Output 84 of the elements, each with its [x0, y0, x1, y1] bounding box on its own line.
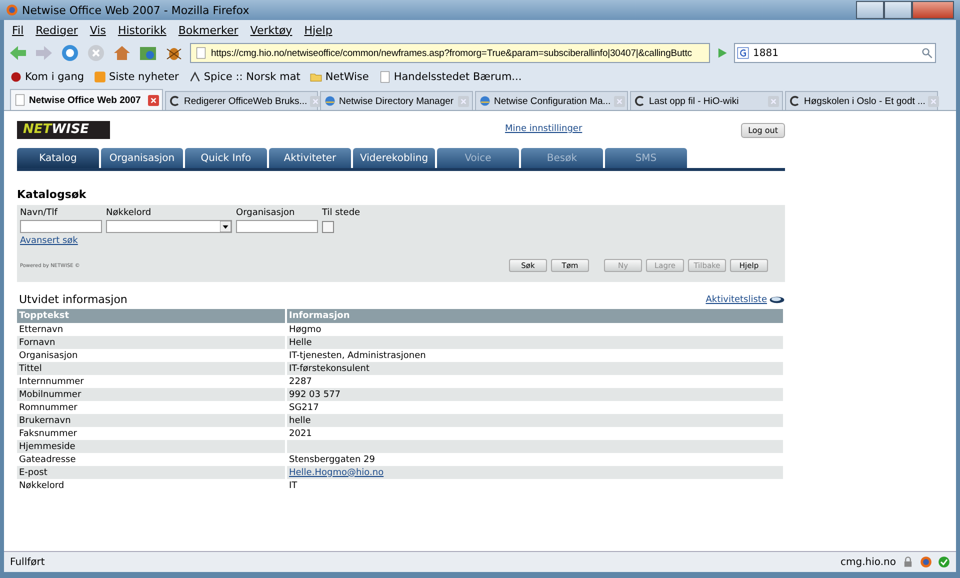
table-cell: IT — [286, 479, 784, 492]
window-title: Netwise Office Web 2007 - Mozilla Firefox — [22, 4, 250, 16]
browser-tab[interactable]: Netwise Office Web 2007 — [10, 89, 163, 110]
minimize-button[interactable] — [856, 1, 884, 19]
lock-icon — [902, 556, 914, 568]
go-icon[interactable] — [716, 47, 728, 59]
table-cell: Helle — [286, 336, 784, 349]
browser-tab[interactable]: Netwise Configuration Ma... — [475, 91, 628, 110]
bookmark[interactable]: Spice :: Norsk mat — [188, 71, 300, 83]
page-icon — [378, 71, 391, 83]
bookmark[interactable]: NetWise — [310, 71, 369, 83]
advanced-search-link[interactable]: Avansert søk — [20, 236, 78, 246]
spinner-icon — [789, 95, 801, 107]
nav-tab[interactable]: Viderekobling — [353, 148, 435, 168]
checkbox[interactable] — [322, 221, 334, 233]
activity-list-link[interactable]: Aktivitetsliste — [706, 294, 767, 304]
close-button[interactable] — [912, 1, 954, 19]
menu-item[interactable]: Historikk — [114, 24, 174, 36]
spinner-icon — [634, 95, 646, 107]
browser-tab[interactable]: Redigerer OfficeWeb Bruks... — [165, 91, 318, 110]
field-label: Nøkkelord — [106, 208, 152, 218]
spinner-icon — [169, 95, 181, 107]
table-cell: Nøkkelord — [17, 479, 286, 492]
logout-button[interactable]: Log out — [741, 123, 785, 138]
close-icon[interactable] — [310, 96, 322, 106]
column-header: Informasjon — [286, 309, 784, 323]
table-cell: Brukernavn — [17, 414, 286, 427]
table-cell: 992 03 577 — [286, 388, 784, 401]
menu-item[interactable]: Fil — [8, 24, 32, 36]
menu-item[interactable]: Verktøy — [246, 24, 300, 36]
bookmark[interactable]: Handelsstedet Bærum... — [378, 71, 522, 83]
section-heading: Utvidet informasjon — [19, 293, 128, 306]
page-icon — [195, 47, 207, 59]
search-engine-icon — [737, 47, 749, 59]
browser-tab[interactable]: Last opp fil - HiO-wiki — [630, 91, 783, 110]
stop-icon[interactable] — [86, 43, 106, 63]
dropdown-field[interactable] — [106, 220, 232, 233]
page-icon — [14, 94, 26, 106]
table-cell: Tittel — [17, 362, 286, 375]
dropdown-arrow-icon — [220, 221, 231, 232]
menu-item[interactable]: Hjelp — [300, 24, 340, 36]
input-field[interactable] — [236, 220, 318, 233]
forward-icon[interactable] — [34, 43, 54, 63]
status-text: Fullført — [10, 556, 45, 568]
nav-tab[interactable]: Organisasjon — [101, 148, 183, 168]
bookmark[interactable]: Siste nyheter — [94, 71, 179, 83]
table-cell: Fornavn — [17, 336, 286, 349]
menu-item[interactable]: Bokmerker — [174, 24, 246, 36]
column-header: Topptekst — [17, 309, 286, 323]
bookmark[interactable]: Kom i gang — [10, 71, 84, 83]
menu-item[interactable]: Vis — [86, 24, 114, 36]
table-cell: E-post — [17, 466, 286, 479]
feed-icon — [94, 71, 106, 83]
address-field[interactable]: https://cmg.hio.no/netwiseoffice/common/newframes.asp?fromorg=True&param=subsciberallinfo|30407|&callingButtc — [190, 43, 710, 63]
folder-icon — [310, 71, 322, 83]
nav-tab[interactable]: Aktiviteter — [269, 148, 351, 168]
browser-tab[interactable]: Høgskolen i Oslo - Et godt ... — [785, 91, 938, 110]
back-icon[interactable] — [8, 43, 28, 63]
logo: NETWISE — [17, 121, 110, 139]
nav-tab[interactable]: Quick Info — [185, 148, 267, 168]
email-link[interactable]: Helle.Hogmo@hio.no — [289, 468, 384, 478]
field-label: Navn/Tlf — [20, 208, 58, 218]
pill-icon[interactable] — [769, 295, 785, 304]
table-cell: helle — [286, 414, 784, 427]
section-heading: Katalogsøk — [17, 188, 88, 201]
host-text: cmg.hio.no — [840, 556, 896, 568]
reload-icon[interactable] — [60, 43, 80, 63]
close-icon[interactable] — [148, 94, 159, 106]
home-icon[interactable] — [112, 43, 132, 63]
check-icon — [938, 556, 950, 568]
search-field[interactable]: 1881 — [734, 43, 936, 63]
maximize-button[interactable] — [884, 1, 912, 19]
nav-tab[interactable]: Katalog — [17, 148, 99, 168]
field-label: Organisasjon — [236, 208, 296, 218]
table-cell: Hjemmeside — [17, 440, 286, 453]
field-label: Til stede — [322, 208, 360, 218]
settings-link[interactable]: Mine innstillinger — [505, 124, 582, 134]
browser-tab[interactable]: Netwise Directory Manager — [320, 91, 473, 110]
table-cell: IT-førstekonsulent — [286, 362, 784, 375]
table-cell: Mobilnummer — [17, 388, 286, 401]
menu-item[interactable]: Rediger — [32, 24, 86, 36]
start-icon — [10, 71, 22, 83]
input-field[interactable] — [20, 220, 102, 233]
search-icon[interactable] — [921, 47, 933, 59]
